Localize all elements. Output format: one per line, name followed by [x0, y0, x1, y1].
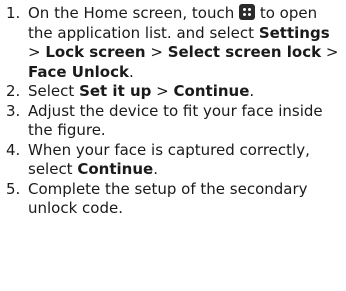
step-5: 5. Complete the setup of the secondary u…	[6, 180, 342, 219]
step-number: 3.	[6, 101, 21, 120]
path-separator: >	[28, 43, 41, 61]
menu-path-select-screen-lock: Select screen lock	[167, 43, 322, 61]
step-text: Complete the setup of the secondary unlo…	[28, 179, 308, 218]
step-number: 4.	[6, 140, 21, 159]
menu-path-settings: Settings	[258, 23, 330, 42]
step-number: 1.	[6, 4, 21, 22]
path-separator: >	[150, 43, 163, 61]
path-separator: >	[156, 82, 169, 100]
step-3: 3. Adjust the device to fit your face in…	[6, 102, 342, 141]
step-end: .	[249, 82, 255, 100]
step-4: 4. When your face is captured correctly,…	[6, 141, 342, 180]
menu-path-lock-screen: Lock screen	[45, 43, 146, 61]
menu-path-continue: Continue	[77, 160, 154, 178]
step-2: 2. Select Set it up > Continue.	[6, 82, 342, 102]
step-end: .	[128, 62, 134, 81]
menu-path-face-unlock: Face Unlock	[28, 62, 129, 81]
step-text: Select	[28, 82, 75, 100]
step-number: 2.	[6, 82, 21, 100]
step-text: On the Home screen, touch	[28, 4, 235, 22]
app-list-icon	[239, 4, 256, 20]
step-text: Adjust the device to fit your face insid…	[28, 101, 323, 140]
step-number: 5.	[6, 179, 21, 198]
path-separator: >	[325, 43, 339, 61]
menu-path-continue: Continue	[173, 82, 250, 100]
step-1: 1. On the Home screen, touch to open the…	[6, 4, 342, 82]
step-end: .	[153, 160, 158, 178]
instruction-steps: 1. On the Home screen, touch to open the…	[6, 4, 342, 219]
menu-path-set-it-up: Set it up	[79, 82, 152, 100]
step-text: When your face is captured correctly, se…	[28, 140, 310, 179]
